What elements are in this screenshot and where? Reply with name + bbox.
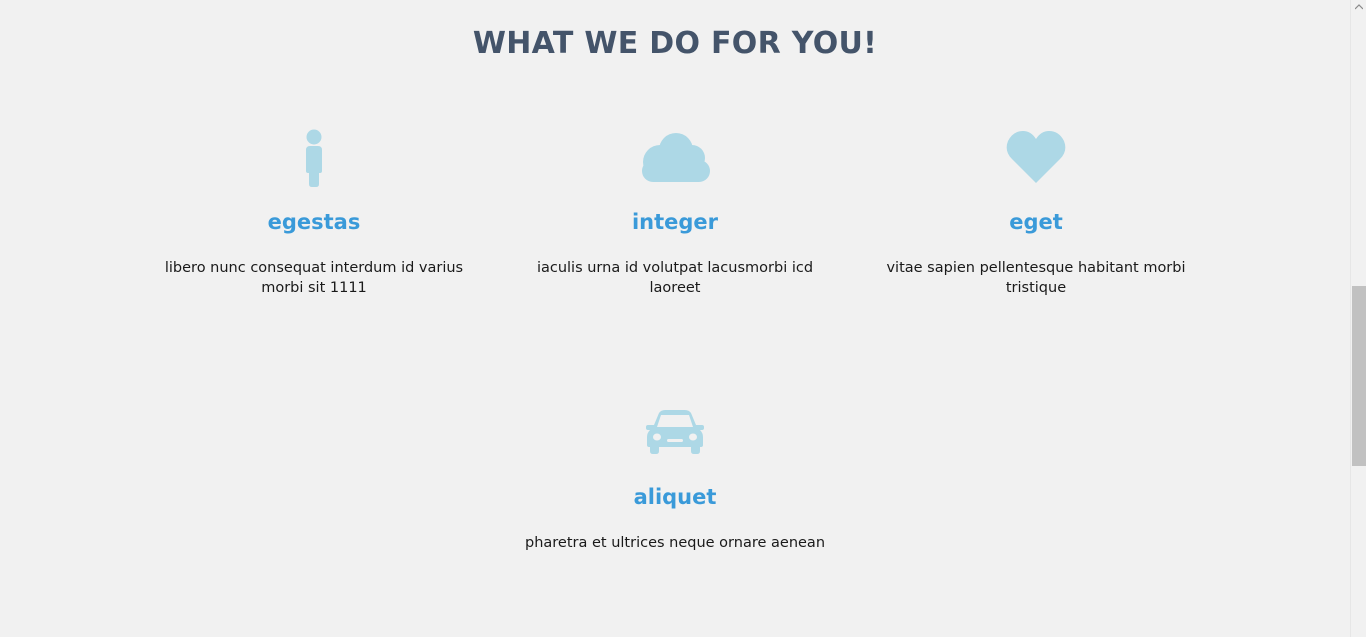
service-title: integer [631,210,719,234]
heart-icon [1006,131,1066,183]
service-description: libero nunc consequat interdum id varius… [164,260,464,296]
services-section: WHAT WE DO FOR YOU! egestas libero nunc … [0,0,1350,637]
service-description: vitae sapien pellentesque habitant morbi… [886,260,1186,296]
service-description: iaculis urna id volutpat lacusmorbi icd … [536,260,814,296]
service-card-aliquet: aliquet pharetra et ultrices neque ornar… [525,401,825,553]
service-description: pharetra et ultrices neque ornare aenean [525,535,826,551]
car-icon [646,410,704,454]
scrollbar-thumb[interactable] [1352,286,1366,466]
service-title: aliquet [633,485,717,509]
service-title: egestas [267,210,361,234]
scroll-up-arrow-icon[interactable] [1351,0,1366,14]
service-title: eget [1009,210,1063,234]
person-icon [306,129,322,187]
service-card-egestas: egestas libero nunc consequat interdum i… [164,126,464,298]
page: WHAT WE DO FOR YOU! egestas libero nunc … [0,0,1366,637]
service-card-eget: eget vitae sapien pellentesque habitant … [886,126,1186,298]
cloud-icon [642,133,710,182]
service-card-integer: integer iaculis urna id volutpat lacusmo… [525,126,825,298]
section-title: WHAT WE DO FOR YOU! [472,26,878,61]
vertical-scrollbar[interactable] [1350,0,1366,637]
